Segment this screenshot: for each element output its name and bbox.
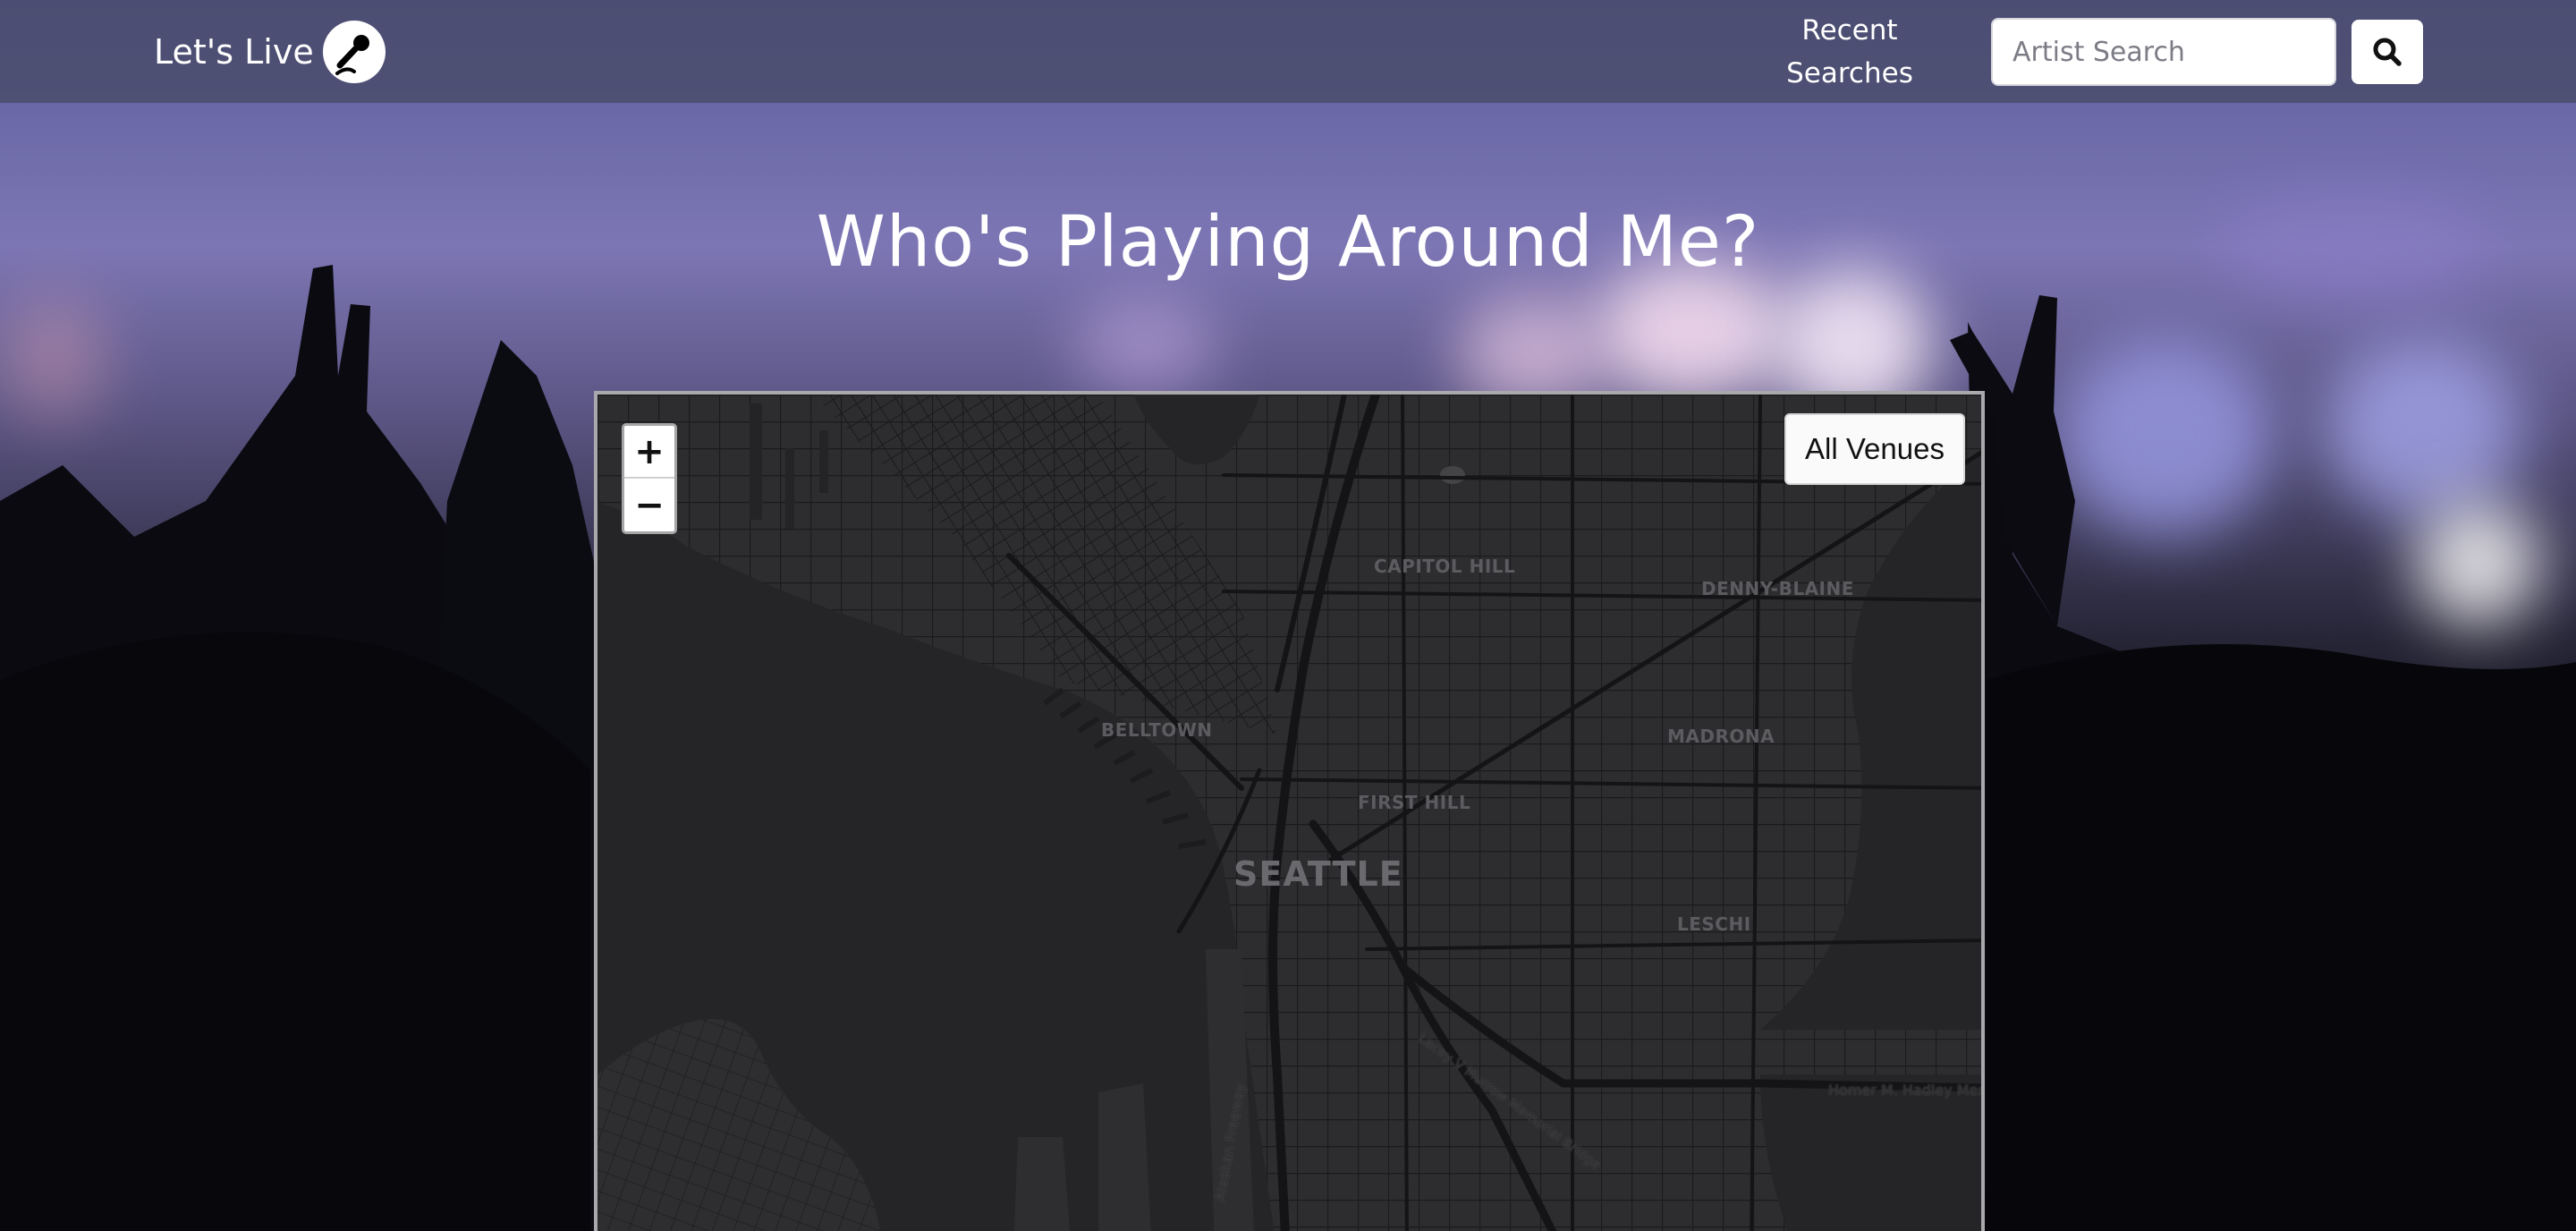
map-label-madrona: MADRONA (1667, 726, 1775, 747)
zoom-control: + − (622, 423, 677, 534)
zoom-in-button[interactable]: + (624, 426, 674, 479)
map-label-denny-blaine: DENNY-BLAINE (1701, 578, 1854, 599)
map-label-belltown: BELLTOWN (1101, 719, 1213, 741)
zoom-out-button[interactable]: − (624, 479, 674, 531)
map-label-seattle: SEATTLE (1233, 854, 1403, 894)
map-label-capitol-hill: CAPITOL HILL (1374, 556, 1516, 577)
search-icon (2373, 38, 2402, 66)
brand-link[interactable]: Let's Live (154, 20, 386, 84)
map-label-leschi: LESCHI (1677, 913, 1751, 935)
map-label-first-hill: FIRST HILL (1358, 792, 1471, 813)
all-venues-button[interactable]: All Venues (1784, 413, 1965, 485)
artist-search-input[interactable] (1991, 18, 2336, 86)
venue-map[interactable]: CAPITOL HILL DENNY-BLAINE BELLTOWN MADRO… (594, 391, 1985, 1231)
microphone-icon (322, 21, 386, 83)
brand-name: Let's Live (154, 32, 314, 72)
recent-searches-link[interactable]: Recent Searches (1778, 9, 1921, 95)
page-title: Who's Playing Around Me? (816, 202, 1760, 283)
search-button[interactable] (2351, 20, 2423, 84)
road-label-homer-hadley: Homer M. Hadley Memo (1828, 1082, 1985, 1099)
navbar: Let's Live Recent Searches (0, 0, 2576, 103)
map-tiles[interactable] (597, 395, 1985, 1231)
